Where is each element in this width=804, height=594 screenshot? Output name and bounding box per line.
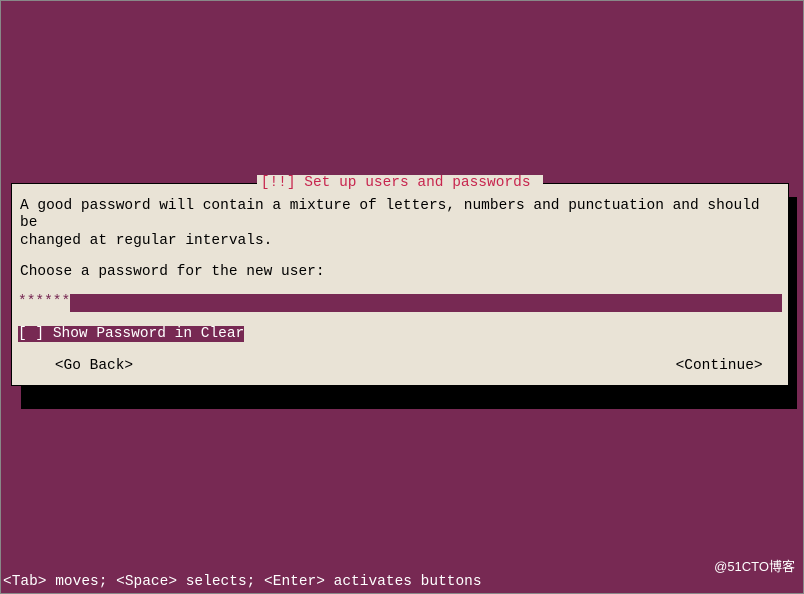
- password-dialog: [!!] Set up users and passwords A good p…: [11, 183, 789, 386]
- dialog-nav: <Go Back> <Continue>: [18, 358, 782, 375]
- help-footer: <Tab> moves; <Space> selects; <Enter> ac…: [3, 574, 482, 591]
- dialog-title: [!!] Set up users and passwords: [257, 175, 543, 192]
- show-password-checkbox[interactable]: [ ] Show Password in Clear: [18, 326, 782, 344]
- watermark: @51CTO博客: [714, 559, 795, 575]
- password-value: ******: [18, 294, 70, 312]
- text-cursor: [70, 294, 79, 312]
- password-field-fill: [79, 294, 782, 312]
- checkbox-label: Show Password in Clear: [53, 326, 244, 342]
- go-back-button[interactable]: <Go Back>: [20, 358, 133, 375]
- title-marker: [!!]: [261, 175, 305, 191]
- continue-label: <Continue>: [676, 358, 763, 374]
- password-prompt: Choose a password for the new user:: [18, 250, 782, 281]
- checkbox-box: [ ]: [18, 326, 44, 342]
- dialog-title-wrap: [!!] Set up users and passwords: [12, 175, 788, 192]
- title-text: Set up users and passwords: [304, 175, 530, 191]
- password-input[interactable]: ******: [18, 294, 782, 312]
- go-back-label: <Go Back>: [55, 358, 133, 374]
- dialog-body-text: A good password will contain a mixture o…: [18, 196, 782, 250]
- continue-button[interactable]: <Continue>: [676, 358, 780, 375]
